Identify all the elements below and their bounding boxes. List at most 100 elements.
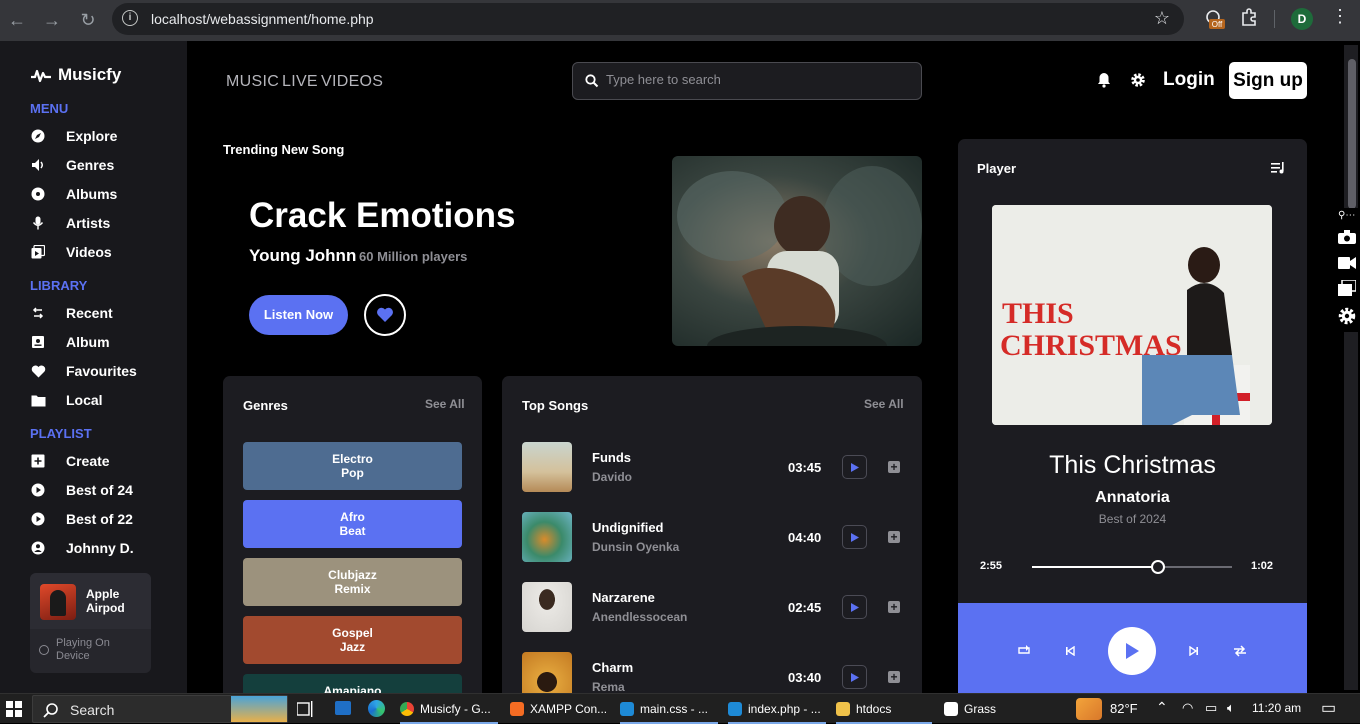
taskbar-app-chrome[interactable]: Musicfy - G...: [400, 694, 498, 724]
genre-card-clubjazz-remix[interactable]: Clubjazz Remix: [243, 558, 462, 606]
volume-icon[interactable]: 🔈︎: [1227, 700, 1235, 716]
shuffle-icon[interactable]: [1232, 643, 1248, 659]
now-playing-artist[interactable]: Annatoria: [958, 489, 1307, 507]
wifi-icon[interactable]: ◠: [1182, 700, 1193, 716]
song-row[interactable]: Funds Davido 03:45 +: [522, 442, 902, 492]
repeat-icon[interactable]: [1016, 643, 1032, 659]
video-camera-icon[interactable]: [1338, 256, 1356, 274]
song-cover-image: [522, 442, 572, 492]
extension-icon[interactable]: Off: [1204, 10, 1226, 35]
search-input[interactable]: [606, 72, 906, 87]
sidebar-item-album[interactable]: Album: [30, 332, 110, 352]
url-text[interactable]: localhost/webassignment/home.php: [151, 11, 374, 27]
sidebar-item-videos[interactable]: Videos: [30, 242, 112, 262]
sidebar: Musicfy MENU Explore Genres Albums Artis…: [0, 41, 187, 693]
play-button[interactable]: [842, 525, 867, 549]
settings-icon[interactable]: [1337, 306, 1357, 331]
song-row[interactable]: Undignified Dunsin Oyenka 04:40 +: [522, 512, 902, 562]
forward-icon[interactable]: →: [40, 8, 64, 32]
address-bar[interactable]: i localhost/webassignment/home.php ☆: [112, 3, 1184, 35]
sidebar-item-explore[interactable]: Explore: [30, 126, 117, 146]
progress-handle[interactable]: [1151, 560, 1165, 574]
user-circle-icon: [30, 540, 46, 556]
sidebar-item-label: Johnny D.: [66, 540, 134, 556]
top-songs-see-all-link[interactable]: See All: [864, 397, 904, 411]
taskbar-app-label: htdocs: [856, 702, 892, 716]
favourite-button[interactable]: [364, 294, 406, 336]
genre-card-afro-beat[interactable]: Afro Beat: [243, 500, 462, 548]
menu-section-title: MENU: [30, 101, 69, 116]
taskbar-app-vscode-index[interactable]: index.php - ...: [728, 694, 826, 724]
task-view-icon[interactable]: [296, 701, 315, 722]
sidebar-item-best-of-24[interactable]: Best of 24: [30, 480, 133, 500]
weather-temp[interactable]: 82°F: [1110, 701, 1138, 716]
taskbar-search-box[interactable]: Search: [32, 695, 288, 723]
sidebar-item-genres[interactable]: Genres: [30, 155, 114, 175]
tray-chevron-icon[interactable]: ⌃: [1156, 699, 1168, 716]
bell-icon[interactable]: [1097, 72, 1111, 93]
windows-start-icon[interactable]: [6, 701, 22, 722]
genres-panel: Genres See All Electro Pop Afro Beat Clu…: [223, 376, 482, 706]
brand-logo[interactable]: Musicfy: [30, 65, 121, 85]
video-library-icon: [30, 244, 46, 260]
add-to-playlist-button[interactable]: +: [888, 671, 900, 683]
more-menu-icon[interactable]: ⋮: [1331, 6, 1349, 27]
scrollbar-thumb[interactable]: [1348, 59, 1356, 209]
add-to-playlist-button[interactable]: +: [888, 601, 900, 613]
taskbar-app-explorer[interactable]: htdocs: [836, 694, 932, 724]
nav-videos[interactable]: VIDEOS: [321, 73, 383, 91]
site-info-icon[interactable]: i: [122, 10, 138, 26]
bookmark-star-icon[interactable]: ☆: [1154, 8, 1170, 29]
edge-icon[interactable]: [368, 700, 385, 717]
sidebar-item-artists[interactable]: Artists: [30, 213, 110, 233]
reload-icon[interactable]: ↻: [76, 8, 100, 32]
listen-now-button[interactable]: Listen Now: [249, 295, 348, 335]
queue-icon[interactable]: [1271, 161, 1285, 179]
sidebar-item-johnny[interactable]: Johnny D.: [30, 538, 134, 558]
notification-icon[interactable]: ▭: [1321, 698, 1336, 718]
previous-icon[interactable]: [1062, 643, 1078, 659]
waveform-icon: [31, 69, 51, 83]
play-pause-button[interactable]: [1108, 627, 1156, 675]
xampp-icon: [510, 702, 524, 716]
windows-icon[interactable]: [1338, 279, 1357, 301]
camera-icon[interactable]: [1338, 230, 1356, 249]
sidebar-item-recent[interactable]: Recent: [30, 303, 113, 323]
login-button[interactable]: Login: [1163, 69, 1215, 91]
sidebar-item-create[interactable]: Create: [30, 451, 110, 471]
add-to-playlist-button[interactable]: +: [888, 461, 900, 473]
profile-avatar[interactable]: D: [1291, 8, 1313, 30]
mail-icon[interactable]: [335, 701, 351, 715]
song-cover-image: [522, 582, 572, 632]
play-button[interactable]: [842, 665, 867, 689]
clock-time[interactable]: 11:20 am: [1252, 701, 1301, 715]
nav-music[interactable]: MUSIC: [226, 73, 279, 91]
add-to-playlist-button[interactable]: +: [888, 531, 900, 543]
sidebar-item-favourites[interactable]: Favourites: [30, 361, 137, 381]
sidebar-item-best-of-22[interactable]: Best of 22: [30, 509, 133, 529]
sidebar-item-local[interactable]: Local: [30, 390, 103, 410]
device-card[interactable]: Apple Airpod Playing On Device: [30, 573, 151, 673]
genres-see-all-link[interactable]: See All: [425, 397, 465, 411]
gear-icon[interactable]: [1130, 72, 1146, 93]
signup-button[interactable]: Sign up: [1229, 62, 1307, 99]
progress-slider[interactable]: [1032, 560, 1232, 574]
play-button[interactable]: [842, 455, 867, 479]
genre-card-electro-pop[interactable]: Electro Pop: [243, 442, 462, 490]
weather-icon[interactable]: [1076, 698, 1102, 720]
song-row[interactable]: Narzarene Anendlessocean 02:45 +: [522, 582, 902, 632]
next-icon[interactable]: [1186, 643, 1202, 659]
puzzle-extensions-icon[interactable]: [1240, 8, 1258, 31]
play-button[interactable]: [842, 595, 867, 619]
back-icon[interactable]: ←: [5, 8, 29, 32]
taskbar-app-grass[interactable]: Grass: [944, 694, 1034, 724]
genre-card-gospel-jazz[interactable]: Gospel Jazz: [243, 616, 462, 664]
sidebar-item-albums[interactable]: Albums: [30, 184, 117, 204]
pin-icon[interactable]: ⚲⋯: [1338, 210, 1355, 221]
page-scrollbar[interactable]: [1344, 45, 1358, 690]
taskbar-app-vscode-main[interactable]: main.css - ...: [620, 694, 718, 724]
taskbar-app-xampp[interactable]: XAMPP Con...: [510, 694, 610, 724]
hero-artist[interactable]: Young Johnn: [249, 246, 356, 266]
nav-live[interactable]: LIVE: [282, 73, 318, 91]
battery-icon[interactable]: ▭: [1205, 700, 1217, 716]
